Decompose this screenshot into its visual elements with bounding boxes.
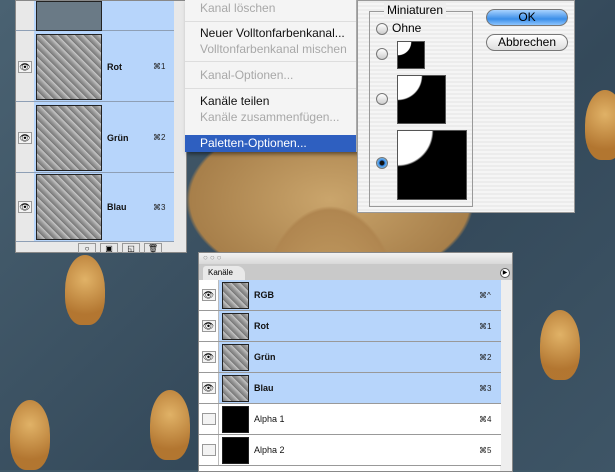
menu-item-merge-spot-channel[interactable]: Volltonfarbenkanal mischen [200,42,347,56]
visibility-toggle[interactable] [201,444,216,456]
channel-thumbnail [222,374,249,402]
radio-none[interactable] [376,23,388,35]
ok-button[interactable]: OK [486,9,568,26]
fleur-de-lis [150,390,190,460]
channel-row[interactable]: Alpha 1 ⌘4 [199,404,501,435]
visibility-toggle[interactable] [201,413,216,425]
fleur-de-lis [585,90,615,160]
cancel-button[interactable]: Abbrechen [486,34,568,51]
new-channel-icon[interactable]: ◱ [122,243,140,253]
channel-row[interactable]: 👁 Rot ⌘1 [16,32,174,102]
eye-icon[interactable]: 👁 [18,131,32,144]
channel-row[interactable]: 👁 Blau ⌘3 [16,173,174,242]
trash-icon[interactable]: 🗑 [144,243,162,253]
radio-medium[interactable] [376,93,388,105]
panel-menu: Kanal löschen Neuer Volltonfarbenkanal..… [185,0,357,152]
eye-icon[interactable]: 👁 [201,351,216,363]
channel-row[interactable]: 👁 Grün ⌘2 [199,342,501,373]
channel-row[interactable]: 👁 Rot ⌘1 [199,311,501,342]
large-thumbnail-preview [397,130,467,200]
fleur-de-lis [65,255,105,325]
channel-thumbnail [222,343,249,371]
channel-thumbnail [222,312,249,340]
eye-icon[interactable]: 👁 [201,289,216,301]
channels-panel: ○○○ Kanäle ▶ 👁 RGB ⌘^ 👁 Rot ⌘1 👁 Grün ⌘2 👁 … [198,252,513,472]
channel-row-rgb[interactable] [16,0,174,31]
panel-menu-icon[interactable]: ▶ [500,268,510,278]
eye-icon[interactable]: 👁 [201,320,216,332]
medium-thumbnail-preview [397,75,446,124]
group-label: Miniaturen [384,3,447,17]
channel-thumbnail [222,405,249,433]
scrollbar[interactable] [500,280,512,471]
radio-none-label: Ohne [392,21,422,35]
menu-item-merge-channels[interactable]: Kanäle zusammenfügen... [200,110,339,124]
eye-icon[interactable]: 👁 [18,60,32,73]
radio-large[interactable] [376,157,388,169]
eye-icon[interactable]: 👁 [18,201,32,213]
channel-thumbnail [222,436,249,464]
channel-row[interactable]: 👁 RGB ⌘^ [199,280,501,311]
fleur-de-lis [540,310,580,380]
panel-toolbar: ○ ▣ ◱ 🗑 [78,243,162,253]
fleur-de-lis [10,400,50,470]
radio-small[interactable] [376,48,388,60]
small-thumbnail-preview [397,41,425,69]
eye-icon[interactable]: 👁 [201,382,216,394]
menu-item-palette-options[interactable]: Paletten-Optionen... [200,136,307,150]
channels-panel-back: 👁 Rot ⌘1 👁 Grün ⌘2 👁 Blau ⌘3 ○ ▣ ◱ 🗑 [15,0,187,253]
window-buttons[interactable]: ○○○ [199,253,512,264]
menu-item-delete-channel[interactable]: Kanal löschen [200,1,275,15]
load-selection-icon[interactable]: ○ [78,243,96,253]
save-selection-icon[interactable]: ▣ [100,243,118,253]
menu-item-channel-options[interactable]: Kanal-Optionen... [200,68,293,82]
channel-row[interactable]: 👁 Grün ⌘2 [16,103,174,173]
palette-options-dialog: Miniaturen Ohne OK Abbrechen [357,0,575,213]
menu-item-new-spot-channel[interactable]: Neuer Volltonfarbenkanal... [200,26,345,40]
menu-item-split-channels[interactable]: Kanäle teilen [200,94,269,108]
tab-channels[interactable]: Kanäle [203,266,245,280]
channel-thumbnail [222,281,249,309]
channel-row[interactable]: 👁 Blau ⌘3 [199,373,501,404]
channel-row[interactable]: Alpha 2 ⌘5 [199,435,501,466]
